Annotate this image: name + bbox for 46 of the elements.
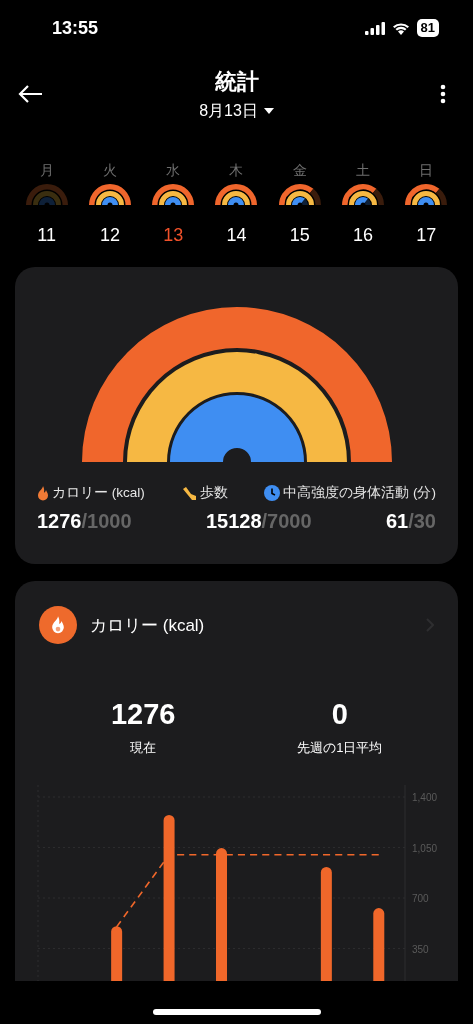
weekday-label: 土 [356, 161, 371, 180]
date-tab[interactable]: 15 [289, 223, 310, 247]
card-title: カロリー (kcal) [90, 614, 206, 637]
clock-time: 13:55 [52, 17, 99, 39]
weekday-label: 日 [419, 161, 434, 180]
metric-value: 1276 [37, 510, 82, 533]
bar [111, 926, 123, 981]
metric-goal: /7000 [261, 510, 312, 533]
shoe-icon [181, 485, 197, 501]
wifi-icon [391, 21, 410, 35]
battery-indicator: 81 [416, 19, 439, 37]
metric-value: 15128 [205, 510, 262, 533]
axis-label: 350 [412, 943, 429, 955]
flame-icon [37, 485, 49, 501]
metric-label: カロリー (kcal) [52, 484, 145, 502]
weekday-label: 月 [39, 161, 54, 180]
date-tab[interactable]: 11 [37, 223, 56, 247]
clock-icon [264, 485, 281, 501]
stat-label: 先週の1日平均 [297, 739, 383, 757]
page-title: 統計 [214, 67, 259, 96]
axis-label: 1,400 [412, 792, 438, 803]
stat-value: 0 [331, 698, 348, 731]
more-icon[interactable] [440, 84, 446, 104]
date-tab[interactable]: 12 [99, 223, 120, 247]
metric-goal: /1000 [81, 510, 132, 533]
weekday-label: 木 [229, 161, 244, 180]
date-tab[interactable]: 16 [353, 223, 374, 247]
caret-icon [263, 108, 274, 114]
axis-label: 700 [412, 893, 429, 904]
weekday-label: 火 [102, 161, 117, 180]
metric-label: 中高強度の身体活動 (分) [283, 484, 436, 502]
ring-track [436, 188, 448, 205]
weekday-label: 水 [166, 161, 181, 180]
weekday-label: 金 [292, 161, 307, 180]
flame-icon [39, 606, 77, 644]
date-tab[interactable]: 13 [163, 223, 184, 247]
back-icon[interactable] [17, 84, 43, 104]
metric-value: 61 [385, 510, 409, 533]
metric-goal: /30 [408, 510, 436, 533]
date-tab[interactable]: 17 [416, 223, 437, 247]
date-picker[interactable]: 8月13日 [199, 100, 274, 122]
metric-label: 歩数 [199, 484, 228, 502]
stat-value: 1276 [111, 698, 176, 731]
stat-label: 現在 [130, 739, 157, 757]
signal-icon [364, 21, 385, 35]
date-tab[interactable]: 14 [226, 223, 247, 247]
